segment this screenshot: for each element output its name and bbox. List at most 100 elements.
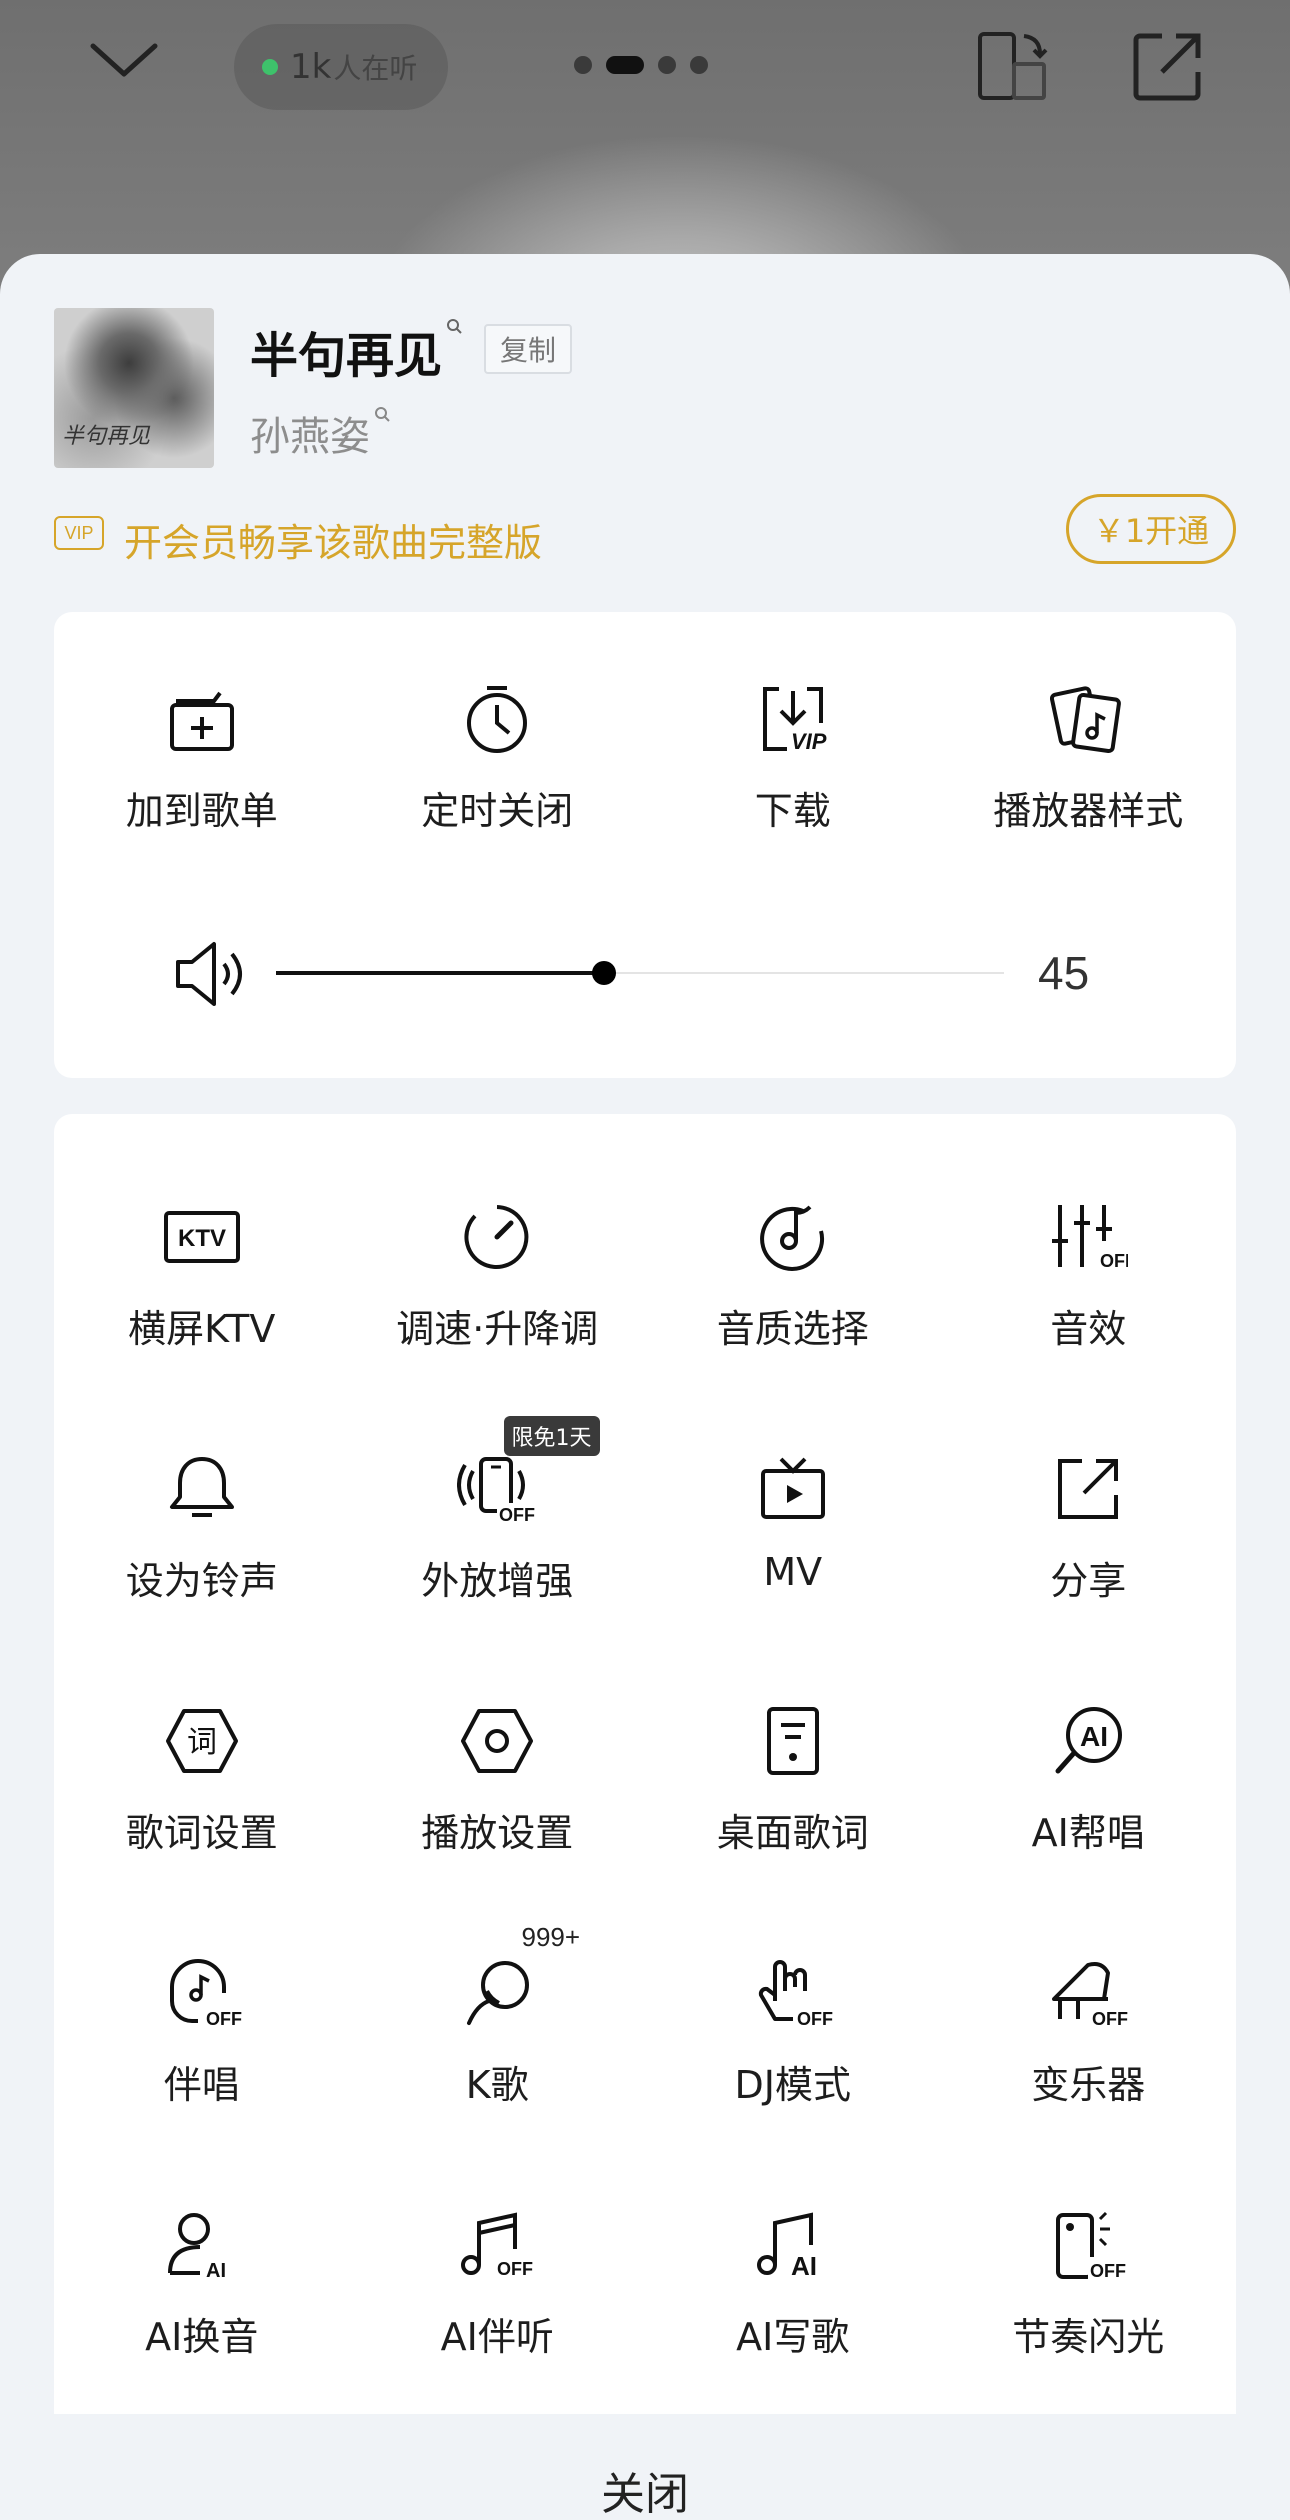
more-options-sheet: 半句再见 半句再见 复制 孙燕姿 VIP 开会员畅享该歌曲完整版 ￥1开通 加到… (0, 254, 1290, 2520)
listeners-pill[interactable]: 1k 人在听 (234, 24, 448, 110)
rotate-screen-icon[interactable] (972, 26, 1052, 106)
ktv-icon: KTV (157, 1192, 247, 1282)
svg-text:OFF: OFF (1090, 2261, 1126, 2281)
feature-desktop-lyrics[interactable]: 桌面歌词 (645, 1658, 941, 1910)
piano-icon: OFF (1043, 1948, 1133, 2038)
volume-slider-track[interactable] (276, 961, 1004, 985)
player-style-icon (1043, 674, 1133, 764)
vip-promo-row[interactable]: VIP 开会员畅享该歌曲完整版 ￥1开通 (54, 494, 1236, 572)
feature-label: 桌面歌词 (716, 1811, 869, 1855)
listeners-count: 1k (290, 47, 332, 87)
features-grid: KTV 横屏KTV 调速·升降调 音质选择 OFF 音效 (54, 1154, 1236, 2414)
ai-voice-icon: AI (157, 2200, 247, 2290)
quick-action-label: 定时关闭 (421, 789, 574, 833)
feature-karaoke[interactable]: 999+ K歌 (350, 1910, 646, 2162)
bell-icon (157, 1444, 247, 1534)
player-top-bar: 1k 人在听 (0, 0, 1290, 130)
quick-action-add-to-playlist[interactable]: 加到歌单 (54, 674, 350, 874)
copy-title-button[interactable]: 复制 (484, 324, 573, 374)
add-to-playlist-icon (157, 674, 247, 764)
feature-label: 分享 (1050, 1559, 1127, 1603)
feature-ringtone[interactable]: 设为铃声 (54, 1406, 350, 1658)
page-indicator[interactable] (574, 54, 708, 76)
page-dot-active (606, 56, 644, 74)
volume-value: 45 (1038, 947, 1090, 999)
lyrics-settings-icon: 词 (157, 1696, 247, 1786)
feature-speed-pitch[interactable]: 调速·升降调 (350, 1154, 646, 1406)
volume-slider-thumb[interactable] (591, 961, 616, 985)
volume-control: 45 (54, 912, 1236, 1032)
feature-ai-listen[interactable]: OFF AI伴听 (350, 2162, 646, 2414)
svg-text:VIP: VIP (791, 729, 827, 754)
feature-label: AI写歌 (736, 2315, 850, 2359)
feature-mv[interactable]: MV (645, 1406, 941, 1658)
share-top-icon[interactable] (1128, 26, 1208, 106)
feature-backing-vocal[interactable]: OFF 伴唱 (54, 1910, 350, 2162)
quick-actions-grid: 加到歌单 定时关闭 VIP 下载 播放器样式 (54, 674, 1236, 874)
feature-speaker-boost[interactable]: 限免1天 OFF 外放增强 (350, 1406, 646, 1658)
feature-label: AI帮唱 (1031, 1811, 1145, 1855)
quick-action-timer[interactable]: 定时关闭 (350, 674, 646, 874)
artist-search-icon (374, 406, 390, 422)
album-cover[interactable]: 半句再见 (54, 308, 214, 468)
speaker-volume-icon[interactable] (170, 934, 250, 1014)
artist-name-text: 孙燕姿 (250, 414, 370, 460)
quick-action-label: 下载 (754, 789, 831, 833)
title-search-icon (446, 318, 462, 334)
song-header: 半句再见 半句再见 复制 孙燕姿 (54, 308, 1244, 468)
feature-instrument[interactable]: OFF 变乐器 (941, 1910, 1237, 2162)
feature-lyrics-settings[interactable]: 词 歌词设置 (54, 1658, 350, 1910)
equalizer-icon: OFF (1043, 1192, 1133, 1282)
svg-text:OFF: OFF (1092, 2009, 1128, 2029)
vip-open-button[interactable]: ￥1开通 (1066, 494, 1236, 564)
vip-download-icon: VIP (748, 674, 838, 764)
play-settings-icon (452, 1696, 542, 1786)
volume-slider-fill (276, 971, 604, 975)
svg-text:AI: AI (791, 2251, 817, 2281)
mv-tv-icon (748, 1444, 838, 1534)
svg-text:KTV: KTV (178, 1225, 226, 1252)
ai-write-icon: AI (748, 2200, 838, 2290)
feature-label: MV (763, 1550, 823, 1594)
quick-action-label: 播放器样式 (993, 789, 1184, 833)
feature-sound-quality[interactable]: 音质选择 (645, 1154, 941, 1406)
ai-sing-icon: AI (1043, 1696, 1133, 1786)
feature-label: K歌 (465, 2063, 529, 2107)
feature-sound-effects[interactable]: OFF 音效 (941, 1154, 1237, 1406)
quick-action-player-style[interactable]: 播放器样式 (941, 674, 1237, 874)
listeners-suffix: 人在听 (333, 52, 418, 85)
artist-name[interactable]: 孙燕姿 (250, 404, 390, 462)
feature-share[interactable]: 分享 (941, 1406, 1237, 1658)
feature-ai-voice[interactable]: AI AI换音 (54, 2162, 350, 2414)
feature-label: 歌词设置 (125, 1811, 278, 1855)
svg-text:OFF: OFF (797, 2009, 833, 2029)
song-title-text: 半句再见 (250, 328, 443, 384)
feature-label: 外放增强 (421, 1559, 574, 1603)
svg-text:OFF: OFF (499, 1505, 535, 1525)
quick-action-download[interactable]: VIP 下载 (645, 674, 941, 874)
feature-rhythm-flash[interactable]: OFF 节奏闪光 (941, 2162, 1237, 2414)
feature-label: DJ模式 (734, 2063, 851, 2107)
backing-vocal-icon: OFF (157, 1948, 247, 2038)
quick-action-label: 加到歌单 (125, 789, 278, 833)
feature-ai-sing[interactable]: AI AI帮唱 (941, 1658, 1237, 1910)
feature-dj-mode[interactable]: OFF DJ模式 (645, 1910, 941, 2162)
desktop-lyrics-icon (748, 1696, 838, 1786)
feature-ai-write[interactable]: AI AI写歌 (645, 2162, 941, 2414)
song-title[interactable]: 半句再见 (250, 316, 462, 386)
feature-label: 横屏KTV (128, 1307, 276, 1351)
svg-text:AI: AI (206, 2260, 226, 2281)
feature-label: 调速·升降调 (396, 1307, 599, 1351)
feature-label: 伴唱 (163, 2063, 240, 2107)
vip-promo-text[interactable]: 开会员畅享该歌曲完整版 (124, 512, 542, 567)
feature-ktv[interactable]: KTV 横屏KTV (54, 1154, 350, 1406)
collapse-chevron-icon[interactable] (88, 30, 160, 90)
feature-play-settings[interactable]: 播放设置 (350, 1658, 646, 1910)
dj-hand-icon: OFF (748, 1948, 838, 2038)
feature-label: 音质选择 (716, 1307, 869, 1351)
svg-text:OFF: OFF (497, 2259, 533, 2279)
page-dot (574, 56, 592, 74)
close-button[interactable]: 关闭 (0, 2458, 1290, 2520)
features-card: KTV 横屏KTV 调速·升降调 音质选择 OFF 音效 (54, 1114, 1236, 2414)
speaker-boost-icon: OFF (452, 1444, 542, 1534)
